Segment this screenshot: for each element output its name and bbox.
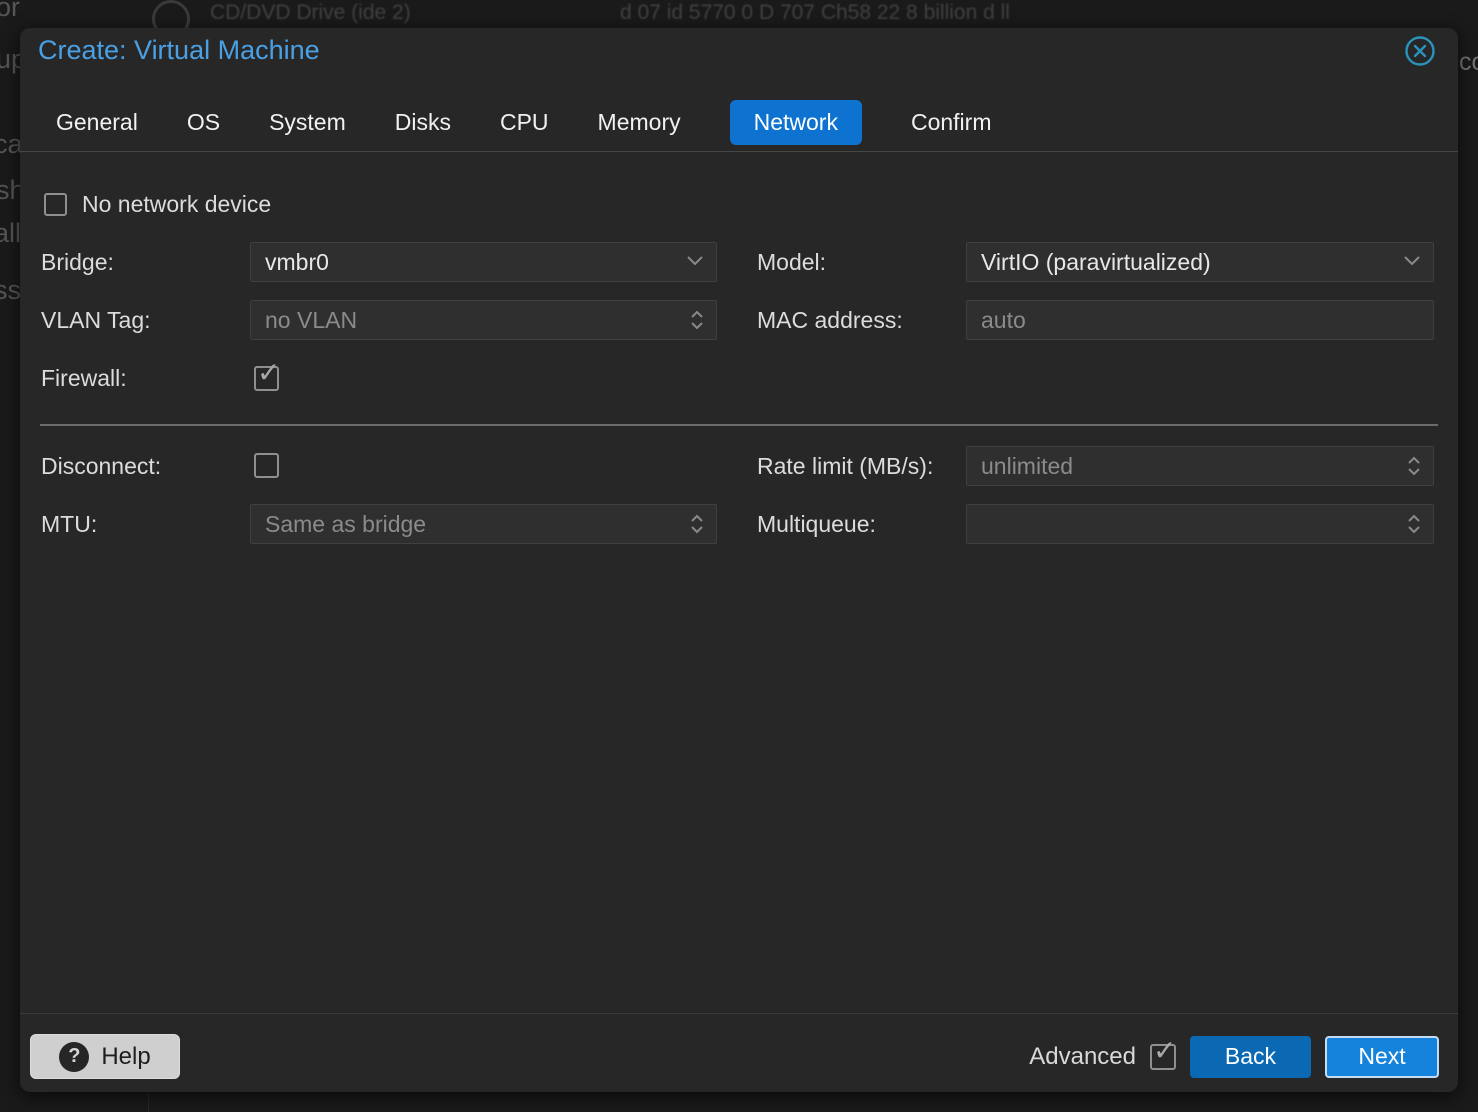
tab-os[interactable]: OS bbox=[187, 109, 220, 136]
rate-limit-spinner[interactable] bbox=[966, 446, 1434, 486]
model-select[interactable] bbox=[966, 242, 1434, 282]
tab-general[interactable]: General bbox=[56, 109, 138, 136]
dialog-title: Create: Virtual Machine bbox=[38, 35, 320, 66]
firewall-checkbox[interactable]: ✓ bbox=[254, 366, 279, 391]
checkmark-icon: ✓ bbox=[1153, 1037, 1176, 1065]
mtu-label: MTU: bbox=[41, 504, 97, 544]
spinner-up-down-icon[interactable] bbox=[1407, 514, 1421, 534]
bg-text-fragment: ss bbox=[0, 275, 21, 306]
multiqueue-input[interactable] bbox=[967, 505, 1433, 543]
disconnect-checkbox[interactable] bbox=[254, 453, 279, 478]
firewall-label: Firewall: bbox=[41, 358, 127, 398]
bg-text-fragment: all bbox=[0, 218, 21, 249]
checkmark-icon: ✓ bbox=[257, 359, 280, 387]
bg-text-fragment: co bbox=[1459, 48, 1478, 77]
model-value[interactable] bbox=[967, 243, 1433, 281]
help-button-label: Help bbox=[101, 1043, 150, 1071]
bg-table-row-fragment: CD/DVD Drive (ide 2) bbox=[210, 1, 411, 25]
mac-address-label: MAC address: bbox=[757, 300, 903, 340]
bridge-label: Bridge: bbox=[41, 242, 114, 282]
disconnect-label: Disconnect: bbox=[41, 446, 161, 486]
next-button[interactable]: Next bbox=[1325, 1036, 1439, 1078]
create-vm-dialog: Create: Virtual Machine General OS Syste… bbox=[20, 28, 1458, 1092]
close-button[interactable] bbox=[1404, 36, 1436, 68]
vlan-tag-input[interactable] bbox=[251, 301, 716, 339]
advanced-checkbox[interactable]: ✓ bbox=[1150, 1044, 1176, 1070]
vlan-tag-label: VLAN Tag: bbox=[41, 300, 151, 340]
no-network-device-checkbox[interactable] bbox=[44, 193, 67, 216]
tab-network[interactable]: Network bbox=[730, 100, 862, 145]
help-button[interactable]: ? Help bbox=[30, 1034, 180, 1079]
bridge-value[interactable] bbox=[251, 243, 716, 281]
spinner-up-down-icon[interactable] bbox=[690, 514, 704, 534]
chevron-down-icon bbox=[1403, 253, 1421, 271]
mac-address-input[interactable] bbox=[967, 301, 1433, 339]
mtu-spinner[interactable] bbox=[250, 504, 717, 544]
mac-address-field[interactable] bbox=[966, 300, 1434, 340]
wizard-tabs: General OS System Disks CPU Memory Netwo… bbox=[56, 97, 991, 147]
tab-system[interactable]: System bbox=[269, 109, 346, 136]
tab-cpu[interactable]: CPU bbox=[500, 109, 549, 136]
no-network-device-row: No network device bbox=[44, 191, 271, 218]
rate-limit-label: Rate limit (MB/s): bbox=[757, 446, 933, 486]
multiqueue-spinner[interactable] bbox=[966, 504, 1434, 544]
spinner-up-down-icon[interactable] bbox=[1407, 456, 1421, 476]
tabs-separator bbox=[20, 151, 1458, 152]
mtu-input[interactable] bbox=[251, 505, 716, 543]
multiqueue-label: Multiqueue: bbox=[757, 504, 876, 544]
tab-confirm[interactable]: Confirm bbox=[911, 109, 992, 136]
advanced-section-divider bbox=[40, 424, 1438, 426]
model-label: Model: bbox=[757, 242, 826, 282]
chevron-down-icon bbox=[686, 253, 704, 271]
help-question-icon: ? bbox=[59, 1042, 89, 1072]
bridge-select[interactable] bbox=[250, 242, 717, 282]
close-icon bbox=[1404, 35, 1436, 70]
spinner-up-down-icon[interactable] bbox=[690, 310, 704, 330]
footer-actions: Advanced ✓ Back Next bbox=[1029, 1034, 1439, 1079]
bg-text-fragment: or bbox=[0, 0, 20, 23]
bg-table-row-fragment: d 07 id 5770 0 D 707 Ch58 22 8 billion d… bbox=[620, 1, 1010, 25]
vlan-tag-spinner[interactable] bbox=[250, 300, 717, 340]
no-network-device-label: No network device bbox=[82, 191, 271, 218]
tab-memory[interactable]: Memory bbox=[598, 109, 681, 136]
back-button[interactable]: Back bbox=[1190, 1036, 1311, 1078]
rate-limit-input[interactable] bbox=[967, 447, 1433, 485]
tab-disks[interactable]: Disks bbox=[395, 109, 451, 136]
advanced-label: Advanced bbox=[1029, 1043, 1136, 1071]
footer-separator bbox=[20, 1013, 1458, 1014]
